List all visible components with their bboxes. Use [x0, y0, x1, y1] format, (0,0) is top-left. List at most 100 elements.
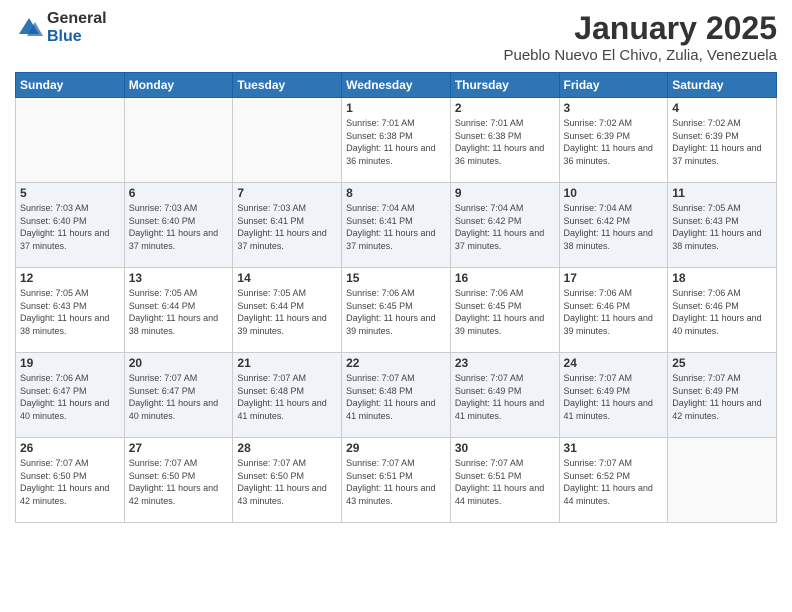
day-info: Sunrise: 7:05 AM Sunset: 6:44 PM Dayligh… [129, 287, 229, 337]
day-number: 23 [455, 356, 555, 370]
day-number: 14 [237, 271, 337, 285]
day-info: Sunrise: 7:07 AM Sunset: 6:50 PM Dayligh… [20, 457, 120, 507]
day-info: Sunrise: 7:01 AM Sunset: 6:38 PM Dayligh… [455, 117, 555, 167]
day-number: 28 [237, 441, 337, 455]
day-number: 1 [346, 101, 446, 115]
day-number: 4 [672, 101, 772, 115]
day-info: Sunrise: 7:07 AM Sunset: 6:51 PM Dayligh… [455, 457, 555, 507]
day-info: Sunrise: 7:07 AM Sunset: 6:48 PM Dayligh… [346, 372, 446, 422]
calendar-cell: 26Sunrise: 7:07 AM Sunset: 6:50 PM Dayli… [16, 438, 125, 523]
calendar-cell [233, 98, 342, 183]
logo: General Blue [15, 10, 107, 45]
day-info: Sunrise: 7:04 AM Sunset: 6:41 PM Dayligh… [346, 202, 446, 252]
logo-general: General [47, 10, 107, 28]
calendar-cell: 16 Sunrise: 7:06 AM Sunset: 6:45 PM Dayli… [450, 268, 559, 353]
weekday-header-tuesday: Tuesday [233, 73, 342, 98]
day-number: 30 [455, 441, 555, 455]
day-info: Sunrise: 7:03 AM Sunset: 6:40 PM Dayligh… [20, 202, 120, 252]
day-number: 21 [237, 356, 337, 370]
calendar-cell: 29 Sunrise: 7:07 AM Sunset: 6:51 PM Dayli… [342, 438, 451, 523]
weekday-header-row: SundayMondayTuesdayWednesdayThursdayFrid… [16, 73, 777, 98]
day-info: Sunrise: 7:06 AM Sunset: 6:46 PM Dayligh… [564, 287, 664, 337]
weekday-header-friday: Friday [559, 73, 668, 98]
calendar-cell: 1 Sunrise: 7:01 AM Sunset: 6:38 PM Daylig… [342, 98, 451, 183]
day-number: 8 [346, 186, 446, 200]
calendar-cell [668, 438, 777, 523]
calendar-cell: 25 Sunrise: 7:07 AM Sunset: 6:49 PM Dayli… [668, 353, 777, 438]
day-info: Sunrise: 7:01 AM Sunset: 6:38 PM Dayligh… [346, 117, 446, 167]
day-info: Sunrise: 7:05 AM Sunset: 6:44 PM Dayligh… [237, 287, 337, 337]
day-number: 5 [20, 186, 120, 200]
day-number: 27 [129, 441, 229, 455]
calendar-cell: 3 Sunrise: 7:02 AM Sunset: 6:39 PM Daylig… [559, 98, 668, 183]
weekday-header-wednesday: Wednesday [342, 73, 451, 98]
day-info: Sunrise: 7:05 AM Sunset: 6:43 PM Dayligh… [672, 202, 772, 252]
calendar-cell: 18 Sunrise: 7:06 AM Sunset: 6:46 PM Dayli… [668, 268, 777, 353]
calendar-week-row: 1 Sunrise: 7:01 AM Sunset: 6:38 PM Daylig… [16, 98, 777, 183]
logo-icon [15, 14, 43, 42]
weekday-header-thursday: Thursday [450, 73, 559, 98]
calendar-week-row: 26Sunrise: 7:07 AM Sunset: 6:50 PM Dayli… [16, 438, 777, 523]
day-number: 29 [346, 441, 446, 455]
calendar-cell: 28 Sunrise: 7:07 AM Sunset: 6:50 PM Dayli… [233, 438, 342, 523]
day-number: 31 [564, 441, 664, 455]
calendar-week-row: 5 Sunrise: 7:03 AM Sunset: 6:40 PM Daylig… [16, 183, 777, 268]
calendar-cell [124, 98, 233, 183]
calendar-cell: 6 Sunrise: 7:03 AM Sunset: 6:40 PM Daylig… [124, 183, 233, 268]
day-info: Sunrise: 7:06 AM Sunset: 6:45 PM Dayligh… [455, 287, 555, 337]
weekday-header-sunday: Sunday [16, 73, 125, 98]
header: General Blue January 2025 Pueblo Nuevo E… [15, 10, 777, 64]
weekday-header-saturday: Saturday [668, 73, 777, 98]
calendar-cell: 14 Sunrise: 7:05 AM Sunset: 6:44 PM Dayli… [233, 268, 342, 353]
logo-text: General Blue [47, 10, 107, 45]
logo-blue: Blue [47, 28, 107, 46]
calendar-cell: 17Sunrise: 7:06 AM Sunset: 6:46 PM Dayli… [559, 268, 668, 353]
day-info: Sunrise: 7:07 AM Sunset: 6:51 PM Dayligh… [346, 457, 446, 507]
day-number: 3 [564, 101, 664, 115]
day-number: 6 [129, 186, 229, 200]
day-number: 16 [455, 271, 555, 285]
day-info: Sunrise: 7:06 AM Sunset: 6:46 PM Dayligh… [672, 287, 772, 337]
calendar-cell: 5 Sunrise: 7:03 AM Sunset: 6:40 PM Daylig… [16, 183, 125, 268]
day-number: 24 [564, 356, 664, 370]
calendar-week-row: 19Sunrise: 7:06 AM Sunset: 6:47 PM Dayli… [16, 353, 777, 438]
day-info: Sunrise: 7:07 AM Sunset: 6:49 PM Dayligh… [564, 372, 664, 422]
day-info: Sunrise: 7:03 AM Sunset: 6:40 PM Dayligh… [129, 202, 229, 252]
page: General Blue January 2025 Pueblo Nuevo E… [0, 0, 792, 612]
day-number: 2 [455, 101, 555, 115]
calendar-cell: 22Sunrise: 7:07 AM Sunset: 6:48 PM Dayli… [342, 353, 451, 438]
weekday-header-monday: Monday [124, 73, 233, 98]
calendar-cell: 12Sunrise: 7:05 AM Sunset: 6:43 PM Dayli… [16, 268, 125, 353]
calendar-title: January 2025 [503, 10, 777, 47]
calendar-cell: 30 Sunrise: 7:07 AM Sunset: 6:51 PM Dayli… [450, 438, 559, 523]
calendar-cell: 2 Sunrise: 7:01 AM Sunset: 6:38 PM Daylig… [450, 98, 559, 183]
calendar-cell: 8 Sunrise: 7:04 AM Sunset: 6:41 PM Daylig… [342, 183, 451, 268]
day-info: Sunrise: 7:07 AM Sunset: 6:49 PM Dayligh… [455, 372, 555, 422]
calendar-cell: 23 Sunrise: 7:07 AM Sunset: 6:49 PM Dayli… [450, 353, 559, 438]
day-number: 11 [672, 186, 772, 200]
day-number: 25 [672, 356, 772, 370]
calendar-cell: 7Sunrise: 7:03 AM Sunset: 6:41 PM Daylig… [233, 183, 342, 268]
calendar-cell: 10Sunrise: 7:04 AM Sunset: 6:42 PM Dayli… [559, 183, 668, 268]
day-number: 19 [20, 356, 120, 370]
day-number: 15 [346, 271, 446, 285]
day-info: Sunrise: 7:02 AM Sunset: 6:39 PM Dayligh… [564, 117, 664, 167]
calendar-cell: 11 Sunrise: 7:05 AM Sunset: 6:43 PM Dayli… [668, 183, 777, 268]
day-number: 10 [564, 186, 664, 200]
day-number: 18 [672, 271, 772, 285]
day-number: 9 [455, 186, 555, 200]
day-info: Sunrise: 7:07 AM Sunset: 6:52 PM Dayligh… [564, 457, 664, 507]
calendar-cell: 15 Sunrise: 7:06 AM Sunset: 6:45 PM Dayli… [342, 268, 451, 353]
day-info: Sunrise: 7:07 AM Sunset: 6:48 PM Dayligh… [237, 372, 337, 422]
calendar-subtitle: Pueblo Nuevo El Chivo, Zulia, Venezuela [503, 47, 777, 64]
day-info: Sunrise: 7:07 AM Sunset: 6:50 PM Dayligh… [237, 457, 337, 507]
day-info: Sunrise: 7:06 AM Sunset: 6:45 PM Dayligh… [346, 287, 446, 337]
calendar-cell: 31 Sunrise: 7:07 AM Sunset: 6:52 PM Dayli… [559, 438, 668, 523]
calendar-cell: 20Sunrise: 7:07 AM Sunset: 6:47 PM Dayli… [124, 353, 233, 438]
day-info: Sunrise: 7:03 AM Sunset: 6:41 PM Dayligh… [237, 202, 337, 252]
day-number: 13 [129, 271, 229, 285]
calendar-cell: 27Sunrise: 7:07 AM Sunset: 6:50 PM Dayli… [124, 438, 233, 523]
day-info: Sunrise: 7:07 AM Sunset: 6:49 PM Dayligh… [672, 372, 772, 422]
calendar-cell [16, 98, 125, 183]
calendar-week-row: 12Sunrise: 7:05 AM Sunset: 6:43 PM Dayli… [16, 268, 777, 353]
